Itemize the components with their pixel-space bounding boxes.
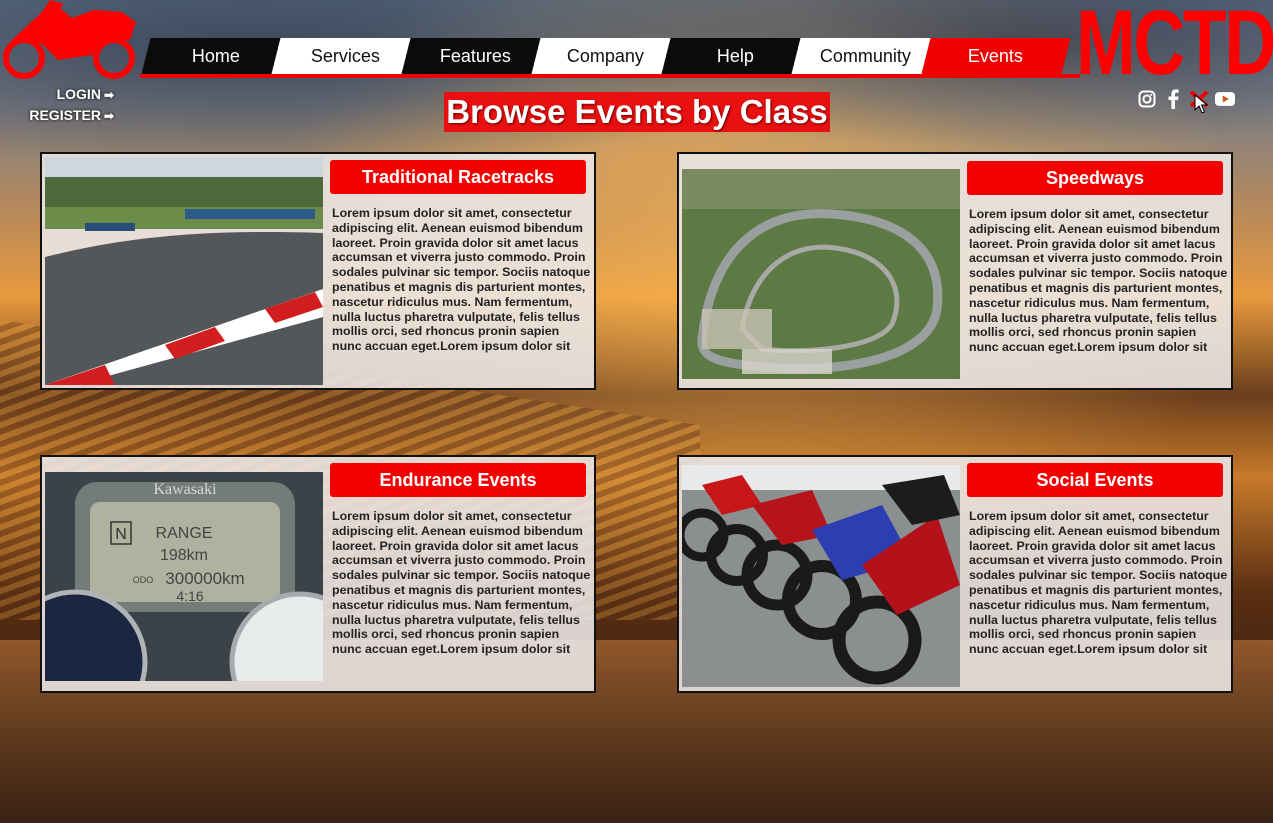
nav-item-help[interactable]: Help	[661, 38, 811, 74]
racetrack-image	[45, 157, 323, 385]
nav-label: Services	[311, 45, 381, 66]
dash-mode: RANGE	[156, 525, 213, 542]
nav-item-events[interactable]: Events	[921, 38, 1071, 74]
event-card-speedways: Speedways Lorem ipsum dolor sit amet, co…	[677, 152, 1233, 390]
event-card-endurance-events: Kawasaki N RANGE 198km ODO 300000km 4:16…	[40, 455, 596, 693]
event-card-social-events: Social Events Lorem ipsum dolor sit amet…	[677, 455, 1233, 693]
page-title: Browse Events by Class	[444, 92, 830, 132]
auth-links: LOGIN ➡ REGISTER ➡	[14, 84, 114, 126]
motorcycle-logo-icon[interactable]	[2, 0, 140, 82]
sign-in-icon: ➡	[103, 88, 114, 102]
login-link[interactable]: LOGIN ➡	[14, 84, 114, 105]
motorcycles-image	[682, 465, 960, 687]
brand-logo[interactable]: MCTD	[1076, 0, 1273, 89]
sign-in-icon: ➡	[103, 109, 114, 123]
dash-odo-label: ODO	[133, 575, 154, 585]
nav-label: Home	[191, 45, 240, 66]
nav-label: Features	[440, 45, 512, 66]
register-label: REGISTER	[29, 107, 101, 123]
youtube-icon[interactable]	[1215, 89, 1235, 109]
nav-label: Help	[717, 45, 755, 66]
dash-gear: N	[115, 526, 127, 543]
nav-label: Company	[567, 45, 645, 66]
event-card-description: Lorem ipsum dolor sit amet, consectetur …	[969, 509, 1228, 657]
speedway-image	[682, 169, 960, 397]
event-card-title-button[interactable]: Traditional Racetracks	[330, 160, 586, 194]
login-label: LOGIN	[56, 86, 101, 102]
nav-item-community[interactable]: Community	[791, 38, 941, 74]
mouse-cursor-icon	[1194, 94, 1208, 114]
nav-item-home[interactable]: Home	[141, 38, 291, 74]
instagram-icon[interactable]	[1137, 89, 1157, 109]
nav-label: Events	[968, 45, 1024, 66]
event-card-title-button[interactable]: Social Events	[967, 463, 1223, 497]
event-card-traditional-racetracks: Traditional Racetracks Lorem ipsum dolor…	[40, 152, 596, 390]
nav-item-features[interactable]: Features	[401, 38, 551, 74]
dash-range: 198km	[160, 547, 208, 564]
nav-label: Community	[820, 45, 912, 66]
dash-clock: 4:16	[176, 588, 203, 604]
event-card-title-button[interactable]: Endurance Events	[330, 463, 586, 497]
nav-item-services[interactable]: Services	[271, 38, 421, 74]
event-card-title-button[interactable]: Speedways	[967, 161, 1223, 195]
dashboard-image: Kawasaki N RANGE 198km ODO 300000km 4:16	[45, 472, 323, 681]
social-links	[1137, 88, 1235, 110]
facebook-icon[interactable]	[1163, 89, 1183, 109]
event-card-description: Lorem ipsum dolor sit amet, consectetur …	[332, 206, 591, 354]
event-card-description: Lorem ipsum dolor sit amet, consectetur …	[969, 207, 1228, 355]
nav-item-company[interactable]: Company	[531, 38, 681, 74]
event-card-description: Lorem ipsum dolor sit amet, consectetur …	[332, 509, 591, 657]
dash-brand: Kawasaki	[153, 481, 217, 498]
register-link[interactable]: REGISTER ➡	[14, 105, 114, 126]
main-nav: Home Services Features Company Help Comm…	[140, 38, 1080, 78]
dash-odo: 300000km	[165, 569, 244, 588]
